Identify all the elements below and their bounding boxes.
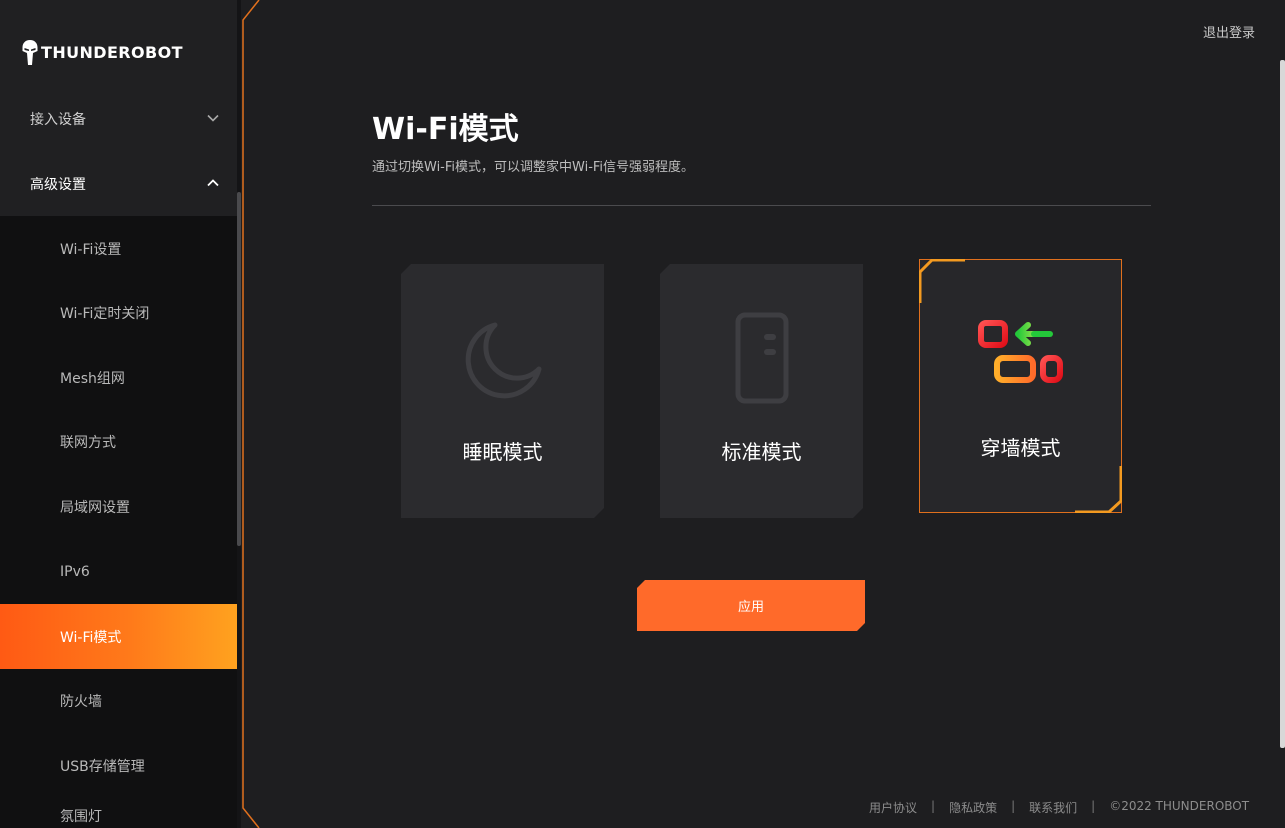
page-description: 通过切换Wi-Fi模式，可以调整家中Wi-Fi信号强弱程度。	[372, 160, 695, 175]
sidebar-item-label: 氛围灯	[60, 809, 102, 825]
sidebar-item-wifi-settings[interactable]: Wi-Fi设置	[0, 216, 237, 281]
footer: 用户协议 | 隐私政策 | 联系我们 | ©2022 THUNDEROBOT	[869, 799, 1249, 816]
corner-accent-bottom-right	[1075, 466, 1122, 513]
sidebar-item-wifi-schedule[interactable]: Wi-Fi定时关闭	[0, 280, 237, 345]
chevron-down-icon	[207, 114, 219, 122]
sidebar-item-wifi-mode[interactable]: Wi-Fi模式	[0, 604, 237, 669]
thunderobot-logo-icon	[22, 40, 38, 65]
mode-card-label: 睡眠模式	[462, 440, 543, 464]
page-title: Wi-Fi模式	[372, 112, 519, 147]
mode-card-label: 标准模式	[721, 440, 802, 464]
footer-separator: |	[1091, 799, 1096, 813]
footer-link-contact-us[interactable]: 联系我们	[1029, 799, 1077, 816]
chevron-up-icon	[207, 179, 219, 187]
sidebar-item-label: IPv6	[60, 563, 90, 580]
footer-copyright: ©2022 THUNDEROBOT	[1109, 799, 1250, 813]
nav-group-label: 高级设置	[30, 176, 86, 193]
footer-link-user-agreement[interactable]: 用户协议	[869, 799, 917, 816]
sidebar-item-label: 局域网设置	[60, 499, 130, 516]
router-icon	[735, 312, 789, 404]
sidebar-item-label: 联网方式	[60, 434, 116, 451]
sidebar-item-label: 防火墙	[60, 693, 102, 710]
footer-separator: |	[931, 799, 936, 813]
footer-link-privacy-policy[interactable]: 隐私政策	[949, 799, 997, 816]
sidebar-item-firewall[interactable]: 防火墙	[0, 668, 237, 733]
apply-button[interactable]: 应用	[637, 580, 865, 631]
sidebar-item-label: USB存储管理	[60, 758, 145, 775]
sidebar-item-label: Wi-Fi设置	[60, 241, 122, 258]
mode-card-standard[interactable]: 标准模式	[660, 264, 863, 518]
app-window: THUNDEROBOT 接入设备 高级设置 Wi-Fi设置 Wi-Fi定时关闭 …	[0, 0, 1285, 828]
advanced-settings-submenu: Wi-Fi设置 Wi-Fi定时关闭 Mesh组网 联网方式 局域网设置 IPv6…	[0, 216, 237, 828]
corner-accent-top-left	[919, 259, 965, 303]
sidebar-item-ipv6[interactable]: IPv6	[0, 539, 237, 604]
brand-logo: THUNDEROBOT	[22, 40, 183, 65]
moon-icon	[461, 319, 545, 403]
sidebar-item-ambient-light[interactable]: 氛围灯	[0, 798, 237, 828]
nav-group-access-devices[interactable]: 接入设备	[0, 86, 237, 151]
sidebar-item-usb-storage[interactable]: USB存储管理	[0, 733, 237, 798]
nav-group-advanced-settings[interactable]: 高级设置	[0, 151, 237, 216]
logout-link[interactable]: 退出登录	[1203, 22, 1255, 41]
sidebar-item-connection-type[interactable]: 联网方式	[0, 409, 237, 474]
sidebar: THUNDEROBOT 接入设备 高级设置 Wi-Fi设置 Wi-Fi定时关闭 …	[0, 0, 237, 828]
nav-group-label: 接入设备	[30, 111, 86, 128]
footer-separator: |	[1011, 799, 1016, 813]
divider	[372, 205, 1151, 206]
mode-card-label: 穿墙模式	[980, 436, 1061, 460]
sidebar-item-mesh[interactable]: Mesh组网	[0, 345, 237, 410]
wall-through-icon	[977, 320, 1063, 383]
main-scrollbar[interactable]	[1280, 60, 1285, 748]
mode-card-wall-through[interactable]: 穿墙模式	[919, 259, 1122, 513]
mode-card-sleep[interactable]: 睡眠模式	[401, 264, 604, 518]
sidebar-item-lan-settings[interactable]: 局域网设置	[0, 474, 237, 539]
sidebar-item-label: Mesh组网	[60, 370, 125, 387]
sidebar-item-label: Wi-Fi定时关闭	[60, 305, 150, 322]
sidebar-item-label: Wi-Fi模式	[60, 629, 122, 646]
brand-name: THUNDEROBOT	[41, 43, 183, 62]
